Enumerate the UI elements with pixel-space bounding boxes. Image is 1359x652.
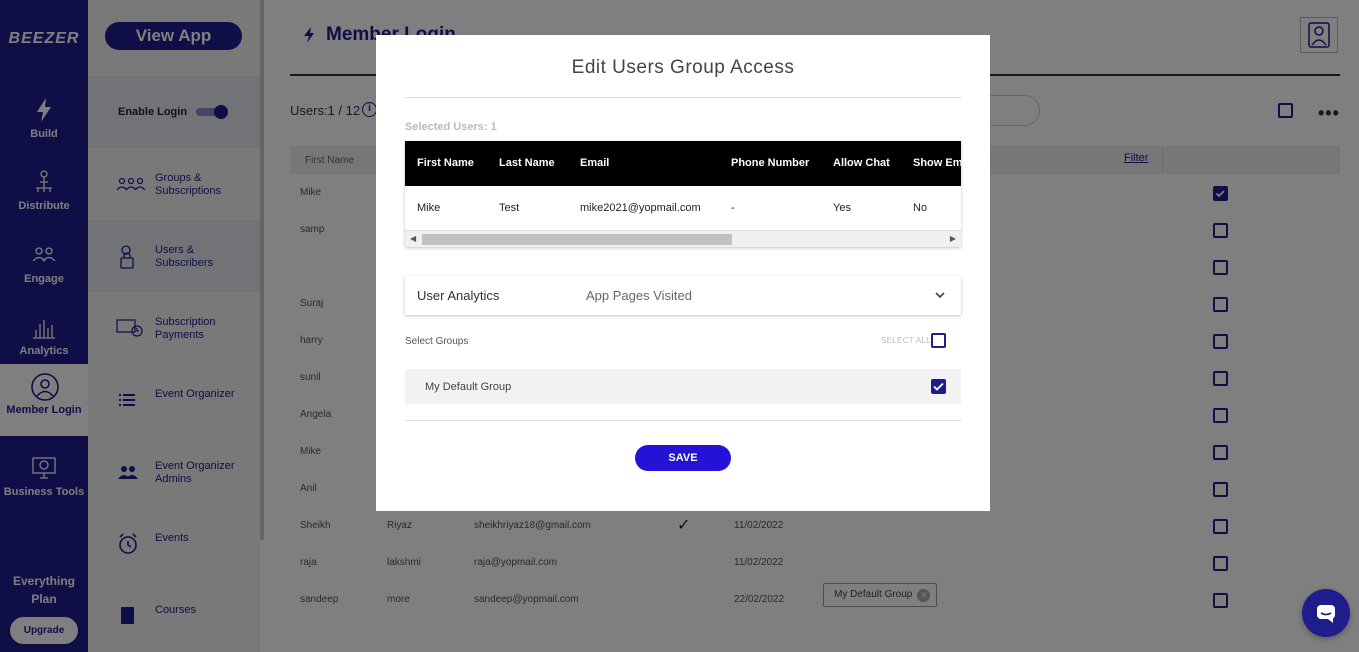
cell-show-email: No — [913, 202, 928, 214]
selected-users-header: First Name Last Name Email Phone Number … — [405, 141, 961, 186]
horizontal-scrollbar[interactable]: ◀ ▶ — [405, 230, 961, 247]
cell-phone: - — [731, 202, 735, 214]
modal-title: Edit Users Group Access — [571, 57, 795, 78]
table-row: Mike Test mike2021@yopmail.com - Yes No — [405, 186, 961, 230]
select-all-label: SELECT ALL — [881, 336, 931, 345]
cell-first-name: Mike — [417, 202, 441, 214]
check-icon — [933, 382, 944, 391]
divider — [405, 420, 961, 421]
save-button[interactable]: SAVE — [635, 445, 731, 471]
chat-button[interactable] — [1302, 589, 1350, 637]
column-allow-chat: Allow Chat — [833, 157, 890, 169]
cell-allow-chat: Yes — [833, 202, 851, 214]
column-email: Email — [580, 157, 610, 169]
user-analytics-value: App Pages Visited — [586, 288, 692, 303]
scroll-right-icon[interactable]: ▶ — [950, 234, 956, 243]
divider — [405, 97, 961, 98]
selected-users-table: First Name Last Name Email Phone Number … — [405, 141, 961, 247]
group-item[interactable]: My Default Group — [405, 369, 961, 404]
selected-users-count: Selected Users: 1 — [405, 121, 497, 133]
chat-icon — [1317, 605, 1335, 623]
column-first-name: First Name — [417, 157, 474, 169]
cell-last-name: Test — [499, 202, 520, 214]
select-groups-label: Select Groups — [405, 336, 469, 347]
user-analytics-dropdown[interactable]: User Analytics App Pages Visited — [405, 276, 961, 315]
column-phone: Phone Number — [731, 157, 810, 169]
select-all-checkbox[interactable] — [931, 333, 946, 348]
scroll-thumb[interactable] — [422, 234, 732, 245]
group-name: My Default Group — [425, 381, 512, 393]
edit-group-access-modal: Edit Users Group Access Selected Users: … — [376, 35, 990, 511]
group-checkbox[interactable] — [931, 379, 946, 394]
cell-email: mike2021@yopmail.com — [580, 202, 701, 214]
column-last-name: Last Name — [499, 157, 555, 169]
scroll-left-icon[interactable]: ◀ — [410, 234, 416, 243]
user-analytics-label: User Analytics — [417, 288, 500, 303]
chevron-down-icon — [933, 288, 947, 302]
column-show-email: Show Em — [913, 157, 961, 169]
